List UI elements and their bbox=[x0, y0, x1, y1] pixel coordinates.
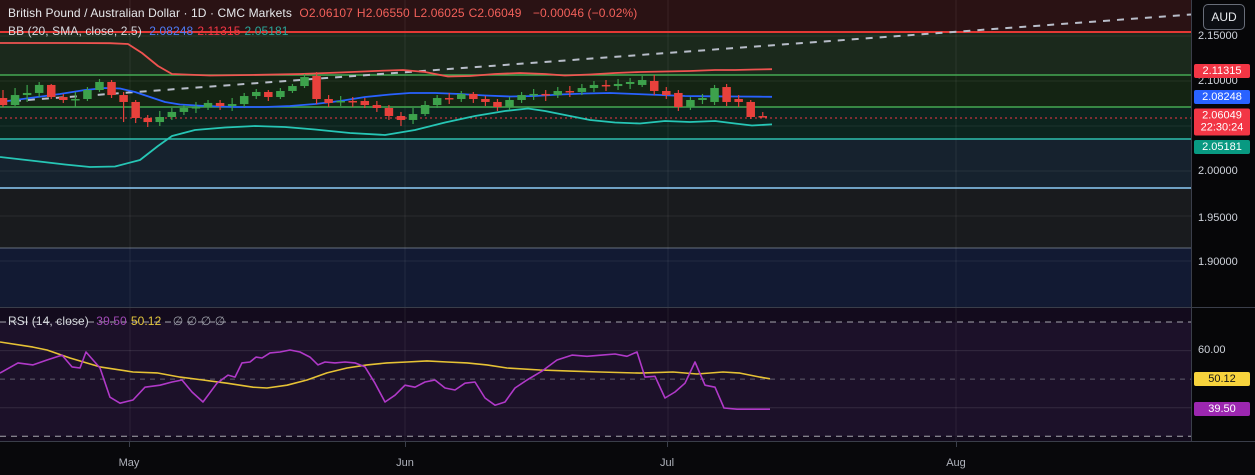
time-axis[interactable]: May Jun Jul Aug bbox=[0, 442, 1255, 475]
rsi-badge: 39.50 bbox=[1194, 402, 1250, 416]
scale-divider bbox=[1191, 0, 1192, 441]
zone-1 bbox=[0, 32, 1191, 75]
rsi-value-0: 39.50 bbox=[96, 314, 127, 328]
price-badge: 2.08248 bbox=[1194, 90, 1250, 104]
month-label-jul: Jul bbox=[659, 457, 675, 469]
axis-tick bbox=[405, 442, 406, 447]
ohlc-o: O2.06107 bbox=[299, 6, 353, 20]
month-label-may: May bbox=[118, 457, 140, 469]
pane-divider[interactable] bbox=[0, 307, 1255, 308]
zone-6 bbox=[0, 248, 1191, 307]
bb-values: 2.08248 2.11315 2.05181 bbox=[149, 24, 292, 38]
zone-5 bbox=[0, 188, 1191, 249]
symbol-title: British Pound / Australian Dollar · 1D ·… bbox=[8, 6, 292, 20]
rsi-empty-values: ∅ ∅ ∅ ∅ bbox=[172, 314, 226, 328]
currency-toggle-button[interactable]: AUD bbox=[1203, 4, 1245, 30]
axis-tick bbox=[956, 442, 957, 447]
price-axis-label: 2.00000 bbox=[1198, 165, 1238, 177]
candle bbox=[46, 83, 56, 99]
rsi-badge: 50.12 bbox=[1194, 372, 1250, 386]
zone-4 bbox=[0, 138, 1191, 189]
rsi-axis-label: 60.00 bbox=[1198, 344, 1226, 356]
chart-window: British Pound / Australian Dollar · 1D ·… bbox=[0, 0, 1255, 475]
price-axis-label: 1.95000 bbox=[1198, 212, 1238, 224]
symbol-legend[interactable]: British Pound / Australian Dollar · 1D ·… bbox=[8, 6, 641, 20]
price-badge: 2.05181 bbox=[1194, 140, 1250, 154]
change-value: −0.00046 (−0.02%) bbox=[532, 6, 638, 20]
price-badge: 2.06049 22:30:24 bbox=[1194, 108, 1250, 136]
month-label-aug: Aug bbox=[946, 457, 966, 469]
bb-value-1: 2.11315 bbox=[197, 24, 241, 38]
axis-tick bbox=[129, 442, 130, 447]
rsi-indicator-legend[interactable]: RSI (14, close) 39.50 50.12 ∅ ∅ ∅ ∅ bbox=[8, 314, 229, 328]
bb-label: BB (20, SMA, close, 2.5) bbox=[8, 24, 142, 38]
rsi-values: 39.50 50.12 bbox=[96, 314, 165, 328]
price-axis-label: 1.90000 bbox=[1198, 256, 1238, 268]
price-axis-label: 2.15000 bbox=[1198, 30, 1238, 42]
price-scale[interactable]: AUD 2.15000 2.10000 2.00000 1.95000 1.90000 2… bbox=[1192, 0, 1255, 441]
rsi-value-1: 50.12 bbox=[130, 314, 162, 328]
bb-value-2: 2.05181 bbox=[244, 24, 289, 38]
bb-indicator-legend[interactable]: BB (20, SMA, close, 2.5) 2.08248 2.11315 2… bbox=[8, 24, 297, 38]
price-badge: 2.11315 bbox=[1194, 64, 1250, 78]
axis-divider bbox=[0, 441, 1255, 442]
rsi-label: RSI (14, close) bbox=[8, 314, 89, 328]
price-pane-canvas[interactable] bbox=[0, 0, 1191, 307]
axis-tick bbox=[667, 442, 668, 447]
ohlc-c: C2.06049 bbox=[468, 6, 522, 20]
ohlc-values: O2.06107 H2.06550 L2.06025 C2.06049 bbox=[299, 6, 525, 20]
countdown-timer: 22:30:24 bbox=[1200, 121, 1244, 134]
candle bbox=[746, 99, 755, 119]
bb-value-0: 2.08248 bbox=[149, 24, 194, 38]
zone-2 bbox=[0, 74, 1191, 108]
ohlc-h: H2.06550 bbox=[356, 6, 410, 20]
ohlc-l: L2.06025 bbox=[413, 6, 465, 20]
month-label-jun: Jun bbox=[396, 457, 414, 469]
